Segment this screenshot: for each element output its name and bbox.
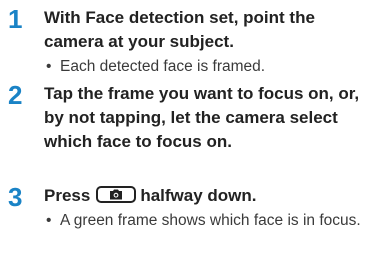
step-note-text: Each detected face is framed. bbox=[60, 58, 266, 75]
step-note-text: A green frame shows which face is in foc… bbox=[60, 212, 361, 229]
step-number: 3 bbox=[8, 182, 23, 212]
step-number: 1 bbox=[8, 4, 23, 34]
step-1: 1 With Face detection set, point the cam… bbox=[0, 6, 378, 86]
step-title: Tap the frame you want to focus on, or, … bbox=[44, 84, 360, 151]
step-3: 3 Press halfway down. • A green frame sho… bbox=[0, 184, 378, 274]
step-title: With Face detection set, point the camer… bbox=[44, 8, 315, 51]
bullet-glyph: • bbox=[46, 212, 52, 229]
camera-shutter-icon bbox=[96, 186, 137, 203]
step-title-end: halfway down. bbox=[140, 186, 257, 205]
bullet-glyph: • bbox=[46, 58, 52, 75]
step-number: 2 bbox=[8, 80, 23, 110]
step-note: • Each detected face is framed. bbox=[46, 56, 376, 78]
step-note: • A green frame shows which face is in f… bbox=[46, 210, 376, 232]
step-title: Press halfway down. bbox=[44, 184, 374, 208]
step-2: 2 Tap the frame you want to focus on, or… bbox=[0, 82, 378, 182]
step-title-start: Press bbox=[44, 186, 91, 205]
